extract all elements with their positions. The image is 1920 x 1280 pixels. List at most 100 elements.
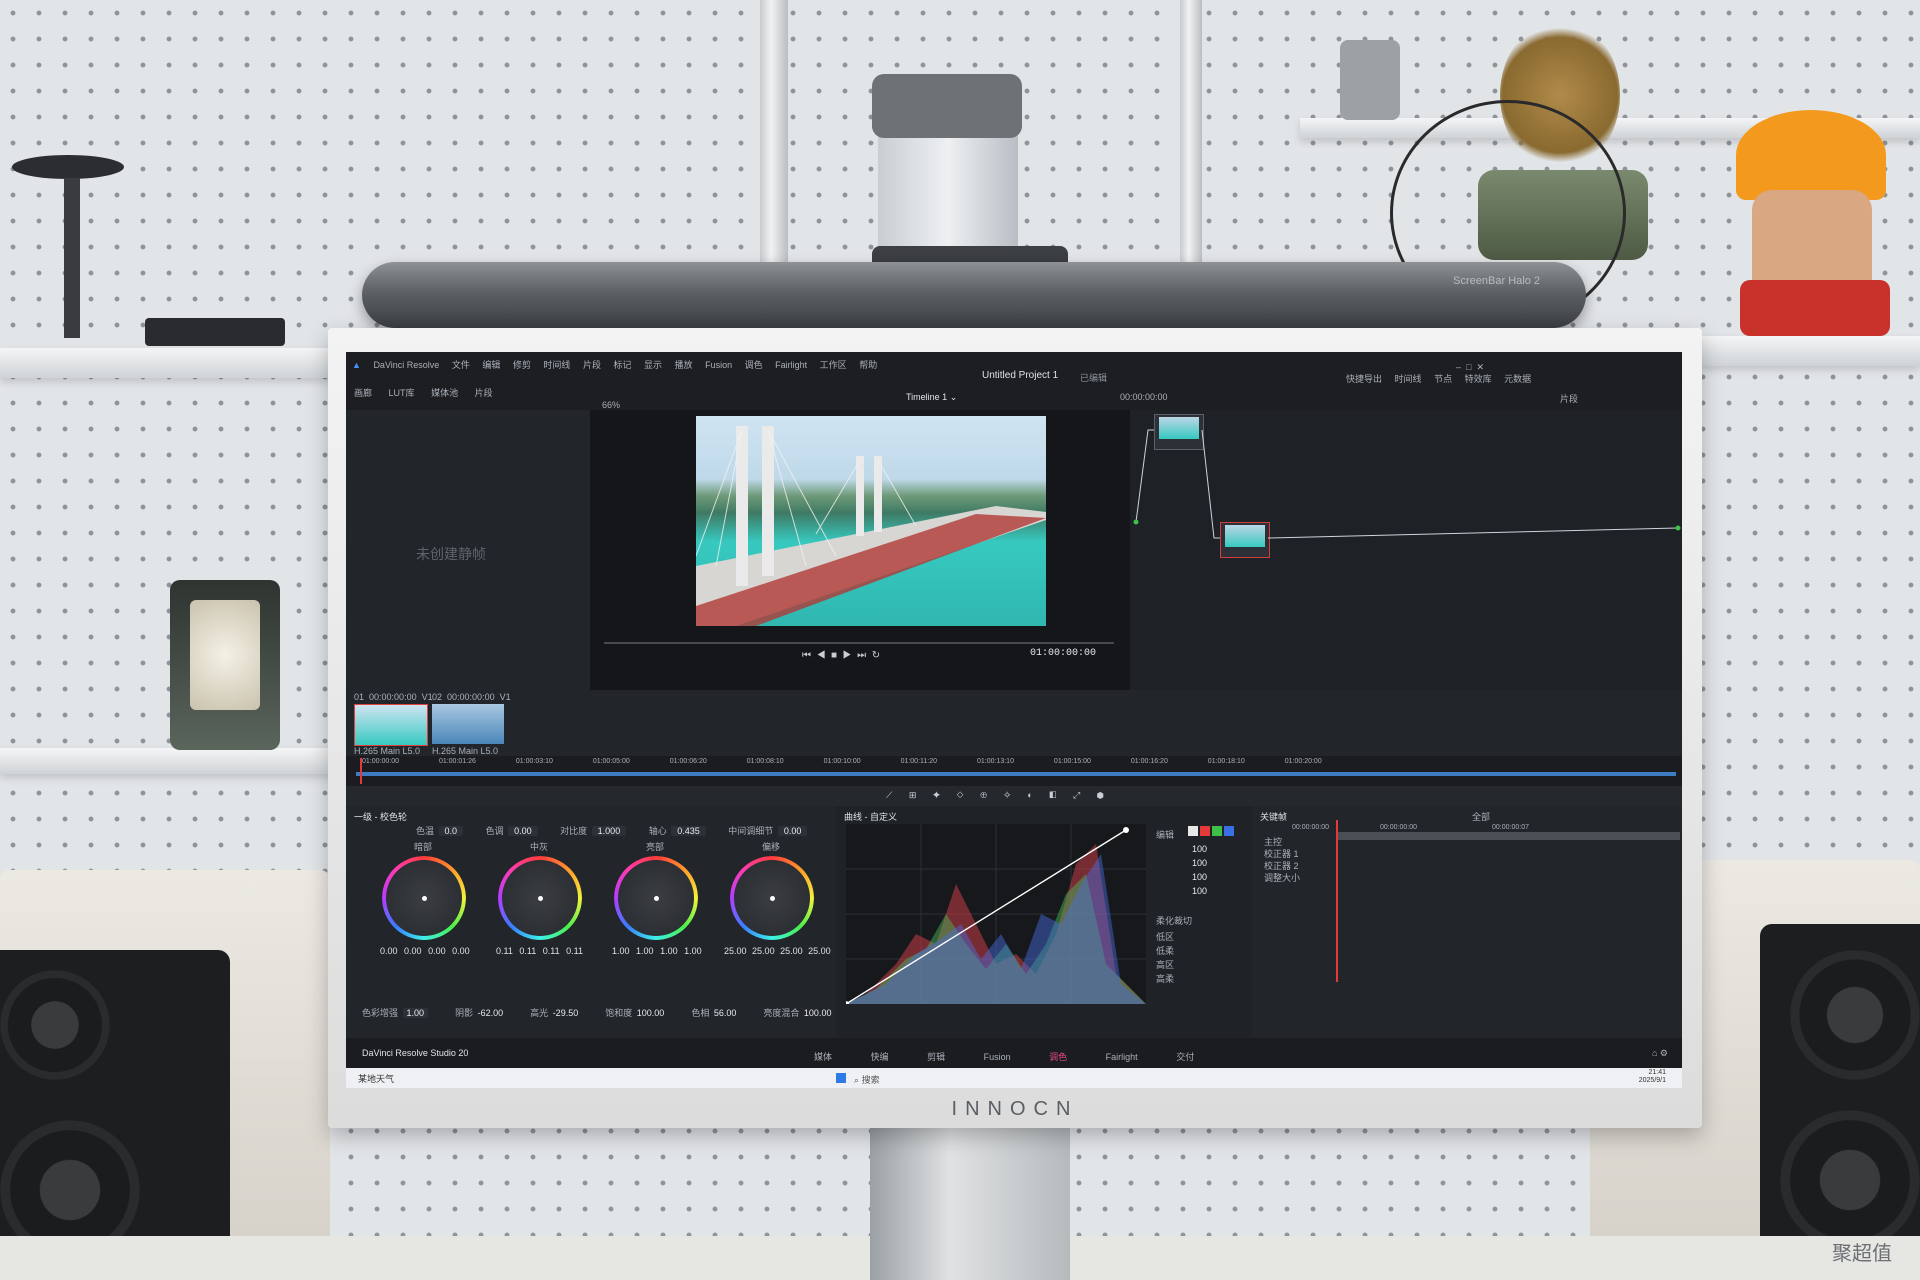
track-master[interactable]: 主控 [1264,836,1300,848]
menu-fairlight[interactable]: Fairlight [775,360,807,370]
metadata-toggle-button[interactable]: 元数据 [1504,374,1531,384]
color-boost-value[interactable]: 1.00 [402,1008,429,1018]
highlights-value[interactable]: -29.50 [553,1008,579,1018]
timeline-name: Timeline 1 [906,392,948,402]
menu-workspace[interactable]: 工作区 [820,360,847,370]
menu-view[interactable]: 显示 [644,360,662,370]
page-bar: DaVinci Resolve Studio 20 媒体 快编 剪辑 Fusio… [346,1038,1682,1068]
track-corrector-1[interactable]: 校正器 1 [1264,848,1300,860]
soft-clip-low[interactable]: 低区 [1156,930,1174,944]
soft-clip-high-soft[interactable]: 高柔 [1156,972,1174,986]
clip-thumbnail-02[interactable] [432,704,504,744]
curve-graph[interactable] [846,824,1146,1004]
channel-green-button[interactable] [1212,826,1222,836]
menu-file[interactable]: 文件 [452,360,470,370]
search-label: 搜索 [861,1075,880,1085]
mini-timeline[interactable]: 01:00:00:00 01:00:01:26 01:00:03:10 01:0… [346,756,1682,786]
sizing-tool-icon[interactable]: ⤢ [1073,790,1080,800]
wheel-puck[interactable] [538,896,543,901]
menu-clip[interactable]: 片段 [583,360,601,370]
skip-end-icon[interactable]: ⏭ [857,650,866,661]
play-reverse-icon[interactable]: ◀ [817,650,826,661]
param-middetail-value[interactable]: 0.00 [777,826,808,836]
figure-body [1740,280,1890,336]
taskbar-clock: 21:41 2025/9/1 [1639,1069,1666,1085]
skip-start-icon[interactable]: ⏮ [802,650,811,661]
tracker-tool-icon[interactable]: ⊕ [980,790,987,800]
wheel-puck[interactable] [422,896,427,901]
page-cut[interactable]: 快编 [871,1052,889,1062]
quick-export-button[interactable]: 快捷导出 [1346,374,1382,384]
page-tabs: 媒体 快编 剪辑 Fusion 调色 Fairlight 交付 [814,1050,1194,1063]
menu-fusion[interactable]: Fusion [705,360,732,370]
qualifier-tool-icon[interactable]: ✦ [933,790,940,800]
viewer-scrubber[interactable] [604,642,1114,644]
hue-value[interactable]: 56.00 [714,1008,737,1018]
shadows-value[interactable]: -62.00 [478,1008,504,1018]
menu-edit[interactable]: 编辑 [482,360,500,370]
magic-mask-icon[interactable]: ✧ [1004,790,1011,800]
soft-clip-low-soft[interactable]: 低柔 [1156,944,1174,958]
window-tool-icon[interactable]: ◇ [957,790,964,800]
menu-color[interactable]: 调色 [745,360,763,370]
wheel-puck[interactable] [770,896,775,901]
minimize-icon[interactable]: – [1456,362,1461,372]
media-pool-button[interactable]: 媒体池 [431,388,458,398]
monitor-chin: INNOCN [370,1092,1660,1130]
timeline-toggle-button[interactable]: 时间线 [1395,374,1422,384]
menu-trim[interactable]: 修剪 [513,360,531,370]
intensity-r[interactable]: 100 [1192,856,1207,870]
timeline-selector[interactable]: Timeline 1 ⌄ [906,392,957,403]
intensity-y[interactable]: 100 [1192,842,1207,856]
track-resize[interactable]: 调整大小 [1264,872,1300,884]
channel-blue-button[interactable] [1224,826,1234,836]
taskbar-weather[interactable]: 某地天气 [358,1072,394,1085]
param-tint-value[interactable]: 0.00 [508,826,538,836]
menu-playback[interactable]: 播放 [675,360,693,370]
keyframe-playhead[interactable] [1336,820,1338,982]
nodes-toggle-button[interactable]: 节点 [1434,374,1452,384]
close-icon[interactable]: ✕ [1476,362,1484,372]
menu-timeline[interactable]: 时间线 [543,360,570,370]
gallery-button[interactable]: 画廊 [354,388,372,398]
track-corrector-2[interactable]: 校正器 2 [1264,860,1300,872]
wheel-puck[interactable] [654,896,659,901]
channel-red-button[interactable] [1200,826,1210,836]
lum-mix-value[interactable]: 100.00 [804,1008,832,1018]
start-icon[interactable] [836,1073,846,1083]
param-contrast-value[interactable]: 1.000 [591,826,627,836]
page-fairlight[interactable]: Fairlight [1106,1052,1138,1062]
page-fusion[interactable]: Fusion [984,1052,1011,1062]
3d-tool-icon[interactable]: ⬢ [1097,790,1104,800]
loop-icon[interactable]: ↻ [872,650,880,661]
zoom-level[interactable]: 66% [602,400,620,410]
nodes-mode[interactable]: 片段 [1560,392,1578,405]
stop-icon[interactable]: ■ [831,650,837,661]
warper-tool-icon[interactable]: ⊞ [909,790,917,800]
page-deliver[interactable]: 交付 [1176,1052,1194,1062]
soft-clip-high[interactable]: 高区 [1156,958,1174,972]
lut-button[interactable]: LUT库 [389,388,415,398]
effects-toggle-button[interactable]: 特效库 [1465,374,1492,384]
saturation-value[interactable]: 100.00 [637,1008,665,1018]
page-color[interactable]: 调色 [1049,1052,1067,1062]
param-temp-value[interactable]: 0.0 [438,826,464,836]
intensity-g[interactable]: 100 [1192,870,1207,884]
page-media[interactable]: 媒体 [814,1052,832,1062]
menu-mark[interactable]: 标记 [613,360,631,370]
play-icon[interactable]: ▶ [843,650,852,661]
maximize-icon[interactable]: □ [1466,362,1471,372]
key-tool-icon[interactable]: ◧ [1049,790,1056,800]
channel-y-button[interactable] [1188,826,1198,836]
taskbar-search[interactable]: ⌕ 搜索 [854,1073,880,1086]
curves-tool-icon[interactable]: ⟋ [886,790,892,800]
page-edit[interactable]: 剪辑 [927,1052,945,1062]
intensity-b[interactable]: 100 [1192,884,1207,898]
clips-button[interactable]: 片段 [475,388,493,398]
blur-tool-icon[interactable]: ◐ [1027,790,1032,800]
clip-thumbnail-01[interactable] [354,704,428,746]
keyframes-mode[interactable]: 全部 [1472,810,1490,823]
param-pivot-value[interactable]: 0.435 [671,826,706,836]
menu-help[interactable]: 帮助 [859,360,877,370]
home-icon[interactable]: ⌂ ⚙ [1652,1048,1668,1059]
